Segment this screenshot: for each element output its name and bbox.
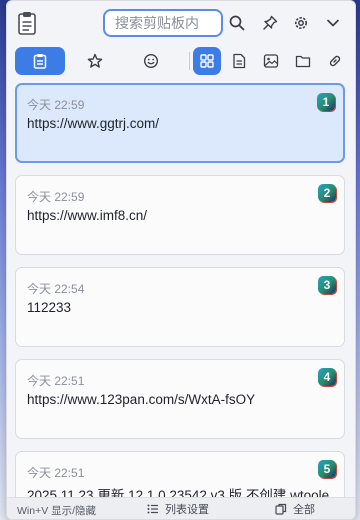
toolbar [7,45,355,79]
item-index-badge: 1 [317,93,335,111]
list-item[interactable]: 今天 22:51 2025.11.23 更新 12.1.0.23542 v3 版… [15,451,345,497]
item-index-badge: 4 [318,368,336,386]
smiley-icon [143,53,159,69]
list-item[interactable]: 今天 22:51 https://www.123pan.com/s/WxtA-f… [15,359,345,439]
item-index-badge: 5 [318,460,336,478]
tab-emoji[interactable] [137,47,165,75]
pin-button[interactable] [258,11,282,35]
hotkey-hint: Win+V 显示/隐藏 [17,505,97,517]
list-item[interactable]: 今天 22:59 https://www.ggtrj.com/ 1 [15,83,345,163]
filter-all-button[interactable]: 全部 [275,501,315,517]
grid-icon [200,54,214,68]
folder-icon [295,55,311,68]
pin-icon [263,15,278,30]
item-content: 2025.11.23 更新 12.1.0.23542 v3 版 不创建 wtoo… [27,488,330,497]
clipboard-window: 今天 22:59 https://www.ggtrj.com/ 1 今天 22:… [6,0,356,520]
tab-clipboard[interactable] [15,47,65,75]
search-icon [229,15,245,31]
search-button[interactable] [225,11,249,35]
settings-button[interactable] [289,11,313,35]
clipboard-icon [33,54,47,69]
item-content: https://www.ggtrj.com/ [27,116,160,131]
item-time: 今天 22:54 [27,282,85,296]
item-time: 今天 22:59 [27,98,85,112]
item-content: https://www.123pan.com/s/WxtA-fsOY [27,392,256,407]
text-document-icon [233,53,246,69]
search-input[interactable] [113,14,217,32]
item-time: 今天 22:51 [27,374,85,388]
list-settings-label: 列表设置 [165,504,209,516]
star-icon [87,53,103,68]
copy-icon [275,503,287,515]
statusbar: Win+V 显示/隐藏 列表设置 全部 [7,497,355,519]
toolbar-divider [189,52,190,70]
filter-text[interactable] [227,47,251,75]
search-field[interactable] [103,9,223,37]
chevron-down-icon [327,19,339,27]
list-icon [147,504,158,514]
filter-link[interactable] [323,47,347,75]
item-index-badge: 2 [318,184,336,202]
gear-icon [295,17,307,29]
filter-all-label: 全部 [293,504,315,516]
list-item[interactable]: 今天 22:54 112233 3 [15,267,345,347]
item-index-badge: 3 [318,276,336,294]
filter-image[interactable] [259,47,283,75]
titlebar [7,1,355,45]
item-time: 今天 22:59 [27,190,85,204]
clipboard-list: 今天 22:59 https://www.ggtrj.com/ 1 今天 22:… [7,81,355,497]
link-icon [329,55,341,67]
filter-file[interactable] [291,47,315,75]
list-settings-button[interactable]: 列表设置 [147,501,209,517]
tab-favorites[interactable] [81,47,109,75]
list-item[interactable]: 今天 22:59 https://www.imf8.cn/ 2 [15,175,345,255]
clipboard-app-icon [18,12,36,35]
item-content: 112233 [27,300,72,315]
image-icon [263,54,279,68]
item-time: 今天 22:51 [27,466,85,480]
filter-all[interactable] [193,47,221,75]
item-content: https://www.imf8.cn/ [27,208,148,223]
collapse-button[interactable] [321,11,345,35]
